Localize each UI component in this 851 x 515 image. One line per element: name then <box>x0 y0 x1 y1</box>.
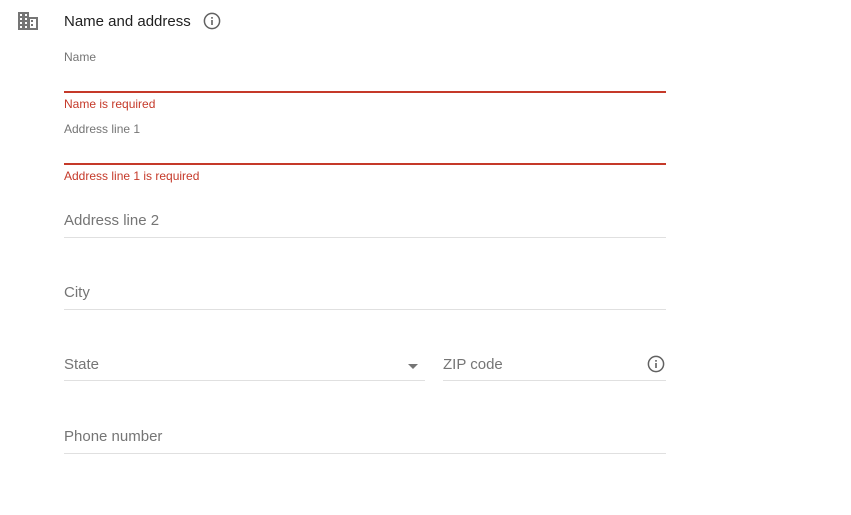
name-underline <box>64 91 666 93</box>
city-input[interactable] <box>64 282 666 306</box>
address-line-1-input[interactable] <box>64 142 666 162</box>
name-address-form: Name and address Name Name is required A… <box>0 0 851 515</box>
name-error-message: Name is required <box>64 97 156 111</box>
name-label: Name <box>64 50 97 64</box>
arrow-drop-down-icon <box>408 364 418 369</box>
address-line-2-underline <box>64 237 666 238</box>
address-line-1-field: Address line 1 Address line 1 is require… <box>64 120 666 184</box>
domain-icon <box>18 12 38 30</box>
address-line-2-field: Address line 2 <box>64 208 666 240</box>
zip-code-field: ZIP code <box>443 352 666 384</box>
state-select[interactable]: State <box>64 352 425 384</box>
address-line-2-input[interactable] <box>64 210 666 234</box>
city-field: City <box>64 280 666 312</box>
name-input[interactable] <box>64 70 666 90</box>
zip-code-underline <box>443 380 666 381</box>
state-underline <box>64 380 425 381</box>
info-icon[interactable] <box>203 12 221 30</box>
zip-code-input[interactable] <box>443 354 639 378</box>
section-title: Name and address <box>64 13 191 30</box>
name-field: Name Name is required <box>64 48 666 112</box>
address-line-1-underline <box>64 163 666 165</box>
phone-number-underline <box>64 453 666 454</box>
zip-info-icon[interactable] <box>647 355 665 373</box>
city-underline <box>64 309 666 310</box>
address-line-1-error-message: Address line 1 is required <box>64 169 200 183</box>
phone-number-field: Phone number <box>64 424 666 456</box>
state-label: State <box>64 356 100 373</box>
phone-number-input[interactable] <box>64 426 666 450</box>
address-line-1-label: Address line 1 <box>64 122 141 136</box>
